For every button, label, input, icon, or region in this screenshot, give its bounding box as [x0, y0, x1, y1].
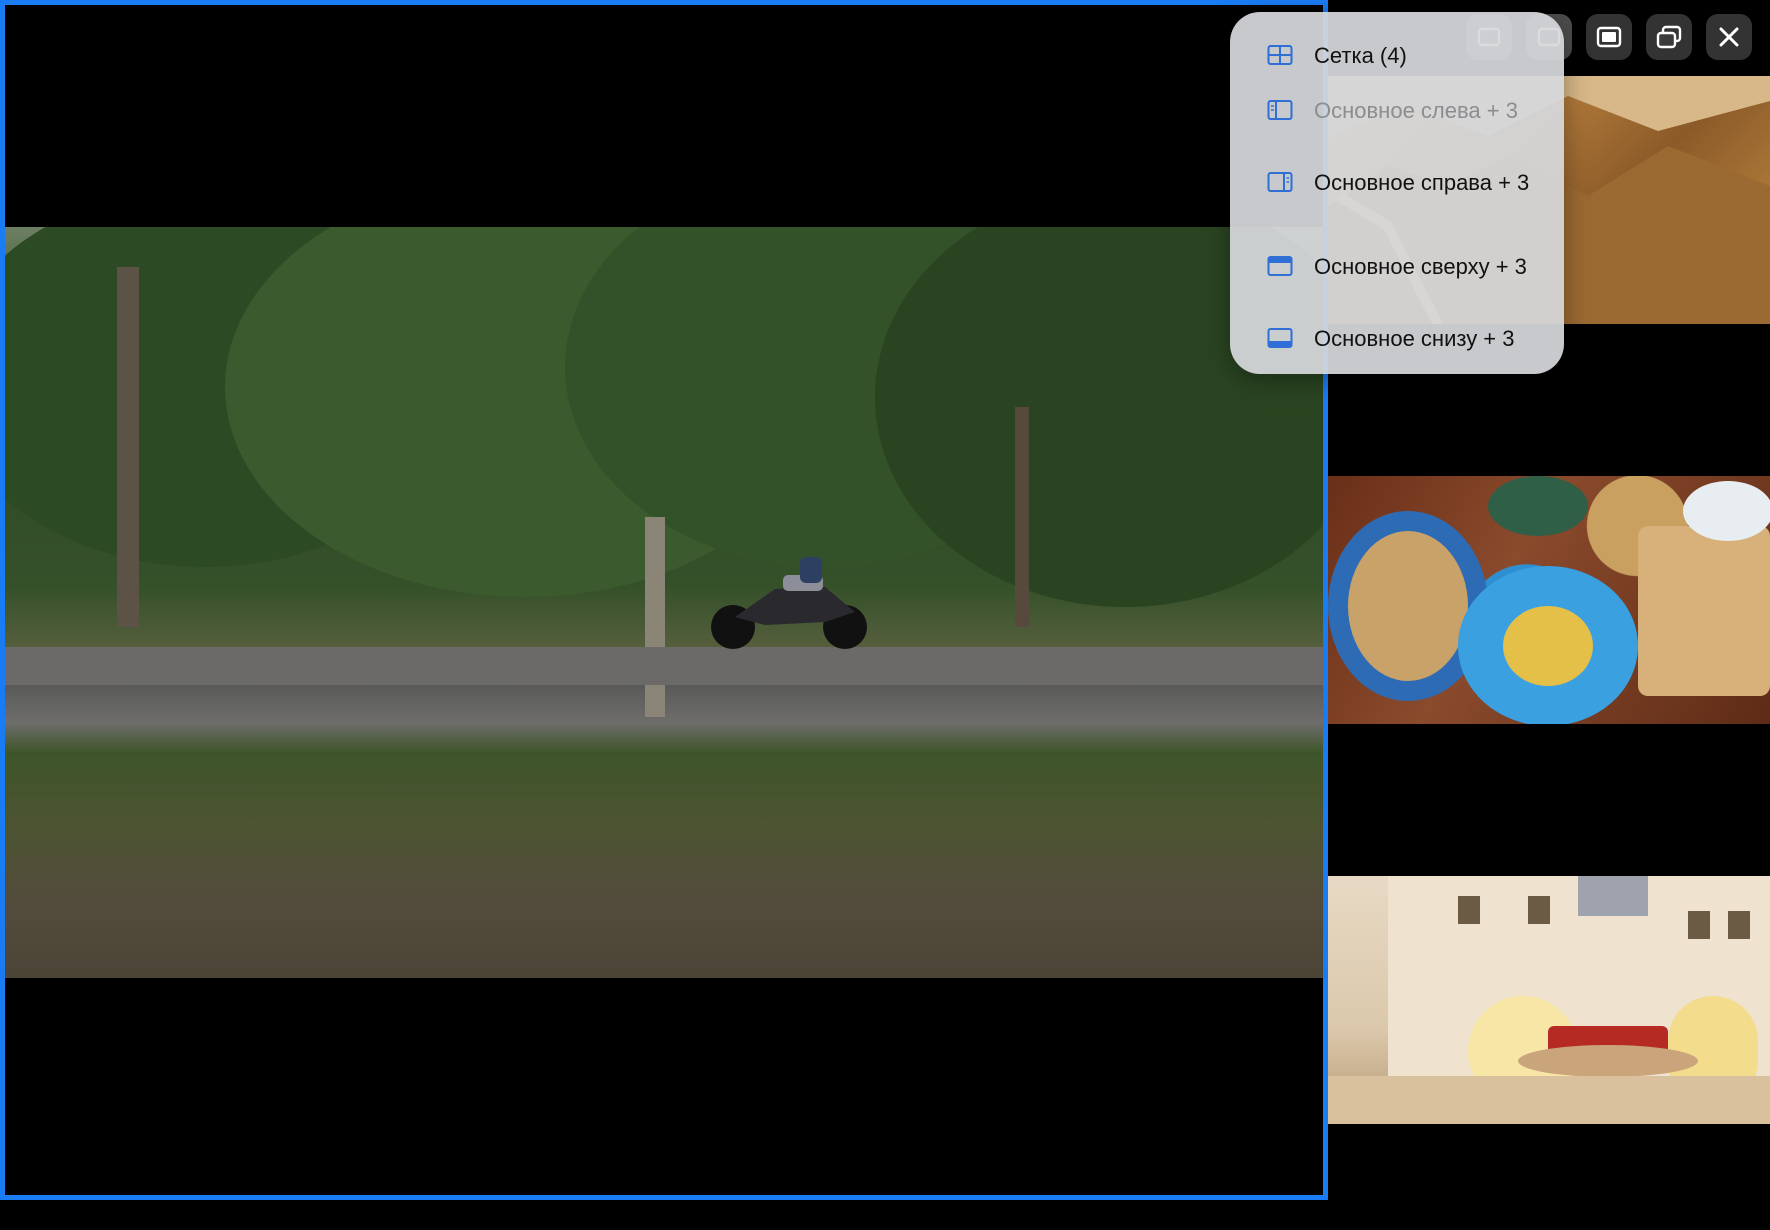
- menu-item-label: Основное справа + 3: [1314, 169, 1530, 195]
- menu-item-label: Сетка (4): [1314, 42, 1407, 68]
- menu-item-main-top[interactable]: Основное сверху + 3: [1230, 224, 1564, 308]
- food-table-scene: [1328, 476, 1770, 724]
- video-tile-toy-house[interactable]: [1328, 876, 1770, 1124]
- menu-item-main-right[interactable]: Основное справа + 3: [1230, 140, 1564, 224]
- main-video-tile[interactable]: [0, 0, 1328, 1200]
- picture-in-picture-button[interactable]: [1646, 14, 1692, 60]
- video-tile-food[interactable]: [1328, 476, 1770, 724]
- menu-item-main-bottom[interactable]: Основное снизу + 3: [1230, 308, 1564, 368]
- main-bottom-layout-icon: [1267, 328, 1293, 348]
- close-icon: [1719, 27, 1739, 47]
- fullscreen-button[interactable]: [1586, 14, 1632, 60]
- forest-road-scene: [5, 227, 1323, 717]
- menu-item-label: Основное сверху + 3: [1314, 253, 1527, 279]
- menu-item-label: Основное слева + 3: [1314, 97, 1518, 123]
- grid-layout-icon: [1267, 45, 1293, 65]
- close-button[interactable]: [1706, 14, 1752, 60]
- fullscreen-icon: [1596, 26, 1622, 48]
- main-top-layout-icon: [1267, 256, 1293, 276]
- main-video-frame: [5, 227, 1323, 978]
- main-right-layout-icon: [1267, 172, 1293, 192]
- menu-item-grid[interactable]: Сетка (4): [1230, 30, 1564, 80]
- main-left-layout-icon: [1267, 100, 1293, 120]
- menu-item-label: Основное снизу + 3: [1314, 325, 1515, 351]
- toy-house-scene: [1328, 876, 1770, 1124]
- motorcycle: [711, 557, 867, 649]
- menu-item-main-left: Основное слева + 3: [1230, 80, 1564, 140]
- picture-in-picture-icon: [1656, 25, 1682, 49]
- layout-menu: Сетка (4) Основное слева + 3 Основное сп…: [1230, 12, 1564, 374]
